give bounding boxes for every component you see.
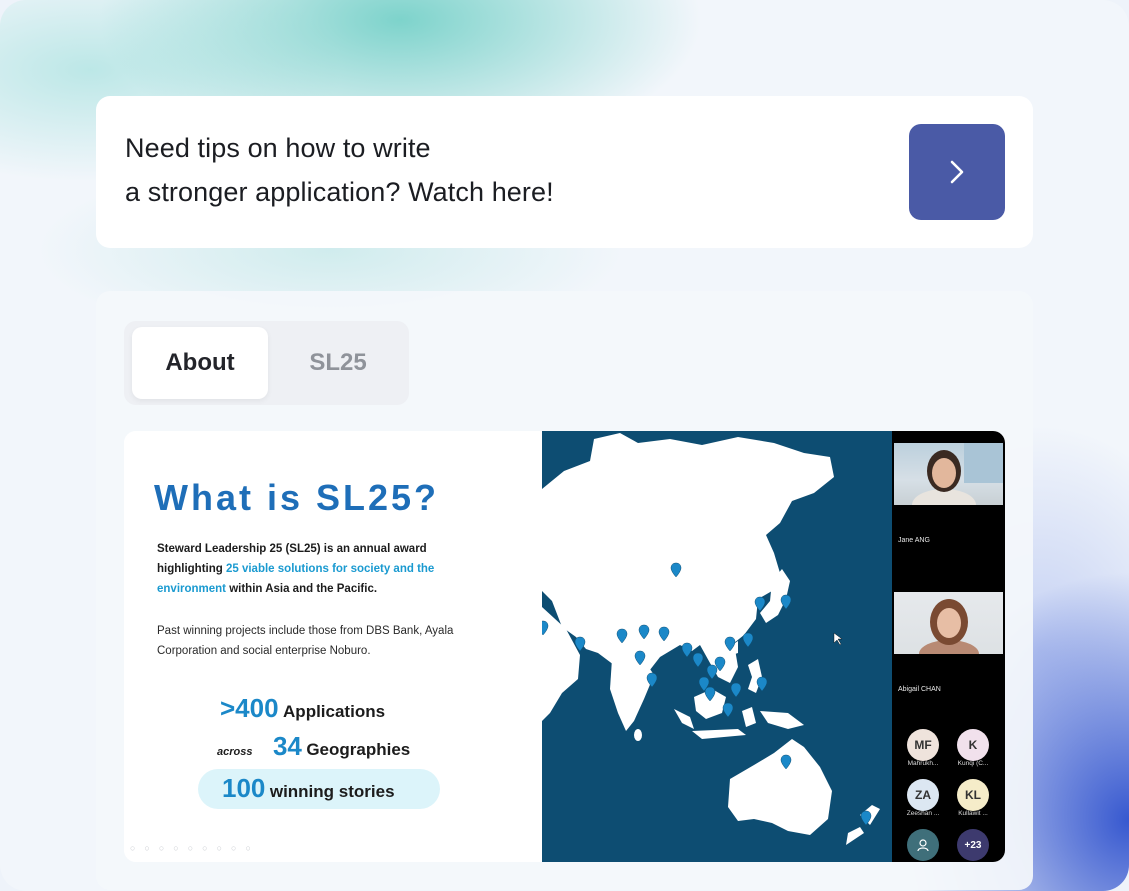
participant-video-2[interactable] bbox=[894, 592, 1003, 668]
participant-avatar[interactable]: MF bbox=[907, 729, 939, 761]
slide-description: Steward Leadership 25 (SL25) is an annua… bbox=[157, 539, 477, 599]
tips-text: Need tips on how to write a stronger app… bbox=[125, 133, 554, 207]
participant-avatar[interactable]: ZA bbox=[907, 779, 939, 811]
watch-tips-button[interactable] bbox=[909, 124, 1005, 220]
participant-avatar[interactable]: K bbox=[957, 729, 989, 761]
mouse-cursor-icon bbox=[833, 632, 843, 646]
stat-applications: >400 Applications bbox=[220, 693, 385, 724]
tab-sl25[interactable]: SL25 bbox=[274, 327, 402, 399]
slide-title: What is SL25? bbox=[154, 477, 440, 518]
chevron-right-icon bbox=[950, 160, 964, 184]
stat-winners: 100 winning stories bbox=[222, 773, 395, 804]
participant-video-1[interactable] bbox=[894, 443, 1003, 521]
stat-geographies: across 34 Geographies bbox=[217, 731, 410, 762]
participant-avatar-name: Kunqi (C... bbox=[957, 760, 989, 767]
more-participants-badge[interactable]: +23 bbox=[957, 829, 989, 861]
person-silhouette-icon bbox=[912, 443, 1003, 521]
slide-desc-text-end: within Asia and the Pacific. bbox=[226, 583, 378, 595]
stat-applications-number: >400 bbox=[220, 693, 279, 723]
stat-geographies-prefix: across bbox=[217, 746, 253, 758]
stat-applications-label: Applications bbox=[283, 702, 386, 721]
map-graphic bbox=[542, 433, 880, 845]
stat-geographies-number: 34 bbox=[272, 731, 302, 761]
participant-avatar[interactable]: KL bbox=[957, 779, 989, 811]
user-icon[interactable] bbox=[907, 829, 939, 861]
participants-sidebar: Jane ANG Abigail CHAN MF Mahrukh... K Ku… bbox=[892, 431, 1005, 862]
stat-geographies-label: Geographies bbox=[306, 740, 411, 759]
slide-controls[interactable]: ○○○○○○○○○ bbox=[130, 843, 260, 853]
person-silhouette-icon bbox=[919, 599, 979, 668]
participant-avatar-name: Kullawit ... bbox=[958, 810, 988, 817]
about-panel: About SL25 What is SL25? Steward Leaders… bbox=[96, 291, 1033, 890]
stat-winners-label: winning stories bbox=[269, 782, 395, 801]
tab-about[interactable]: About bbox=[132, 327, 268, 399]
video-player[interactable]: What is SL25? Steward Leadership 25 (SL2… bbox=[124, 431, 1005, 862]
slide-past-winners: Past winning projects include those from… bbox=[157, 625, 454, 657]
participant-avatar-name: Zeeshan ... bbox=[906, 810, 940, 817]
slide-content: What is SL25? Steward Leadership 25 (SL2… bbox=[124, 431, 542, 862]
user-outline-icon bbox=[917, 839, 929, 852]
tab-bar: About SL25 bbox=[124, 321, 409, 405]
tips-banner: Need tips on how to write a stronger app… bbox=[96, 96, 1033, 248]
stat-winners-number: 100 bbox=[222, 773, 266, 803]
asia-pacific-map bbox=[542, 431, 892, 862]
participant-avatar-name: Mahrukh... bbox=[907, 760, 939, 767]
participant-name-1: Jane ANG bbox=[898, 537, 930, 544]
participant-name-2: Abigail CHAN bbox=[898, 686, 941, 693]
